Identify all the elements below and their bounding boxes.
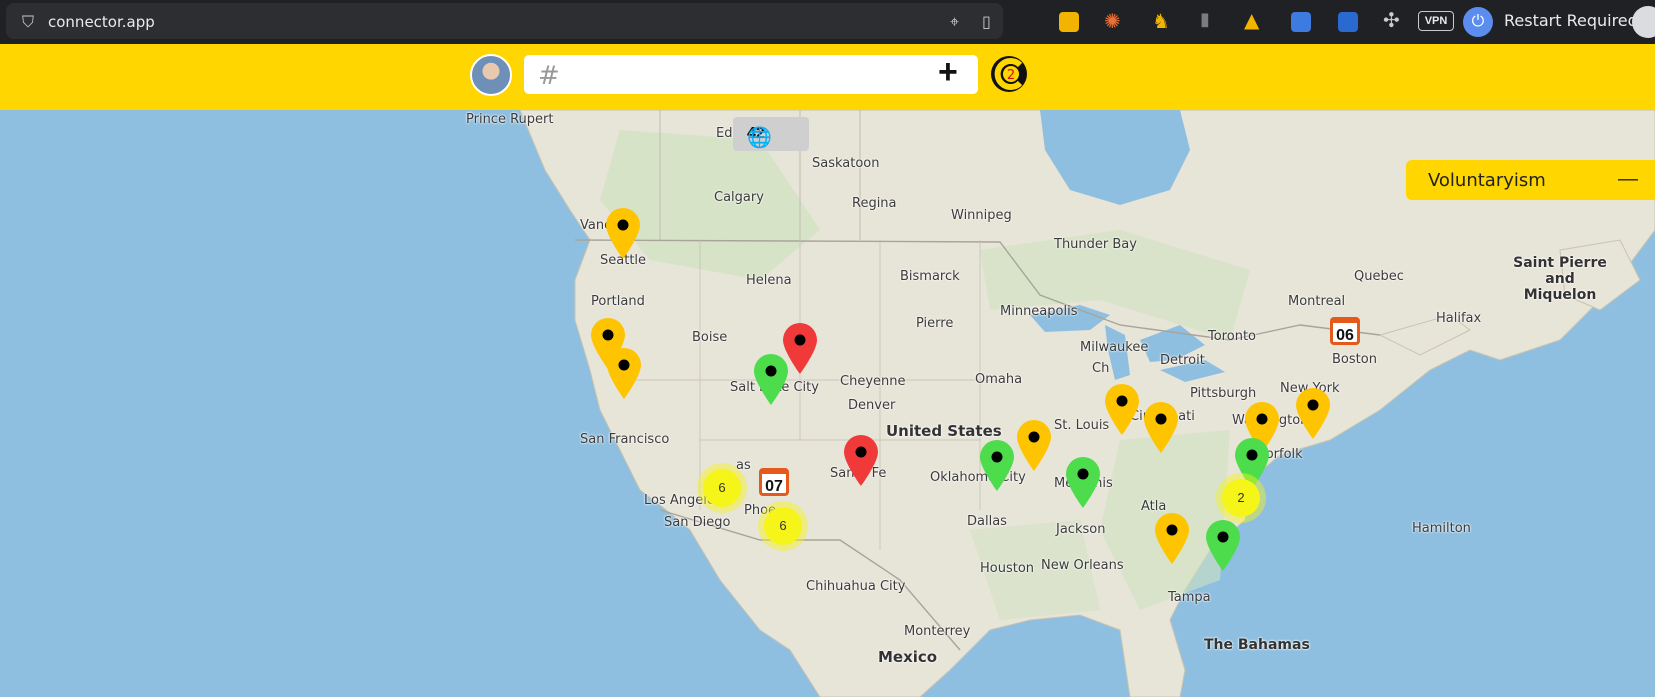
map-pin-marker[interactable] — [1141, 400, 1181, 454]
city-label: Quebec — [1354, 269, 1404, 284]
city-label: Portland — [591, 294, 645, 309]
city-label: Winnipeg — [951, 208, 1012, 223]
map-pin-marker[interactable] — [603, 206, 643, 260]
map-pin-marker[interactable] — [751, 352, 791, 406]
shield-icon[interactable]: ⛉ — [22, 12, 34, 32]
city-label: Detroit — [1160, 353, 1205, 368]
city-label: Milwaukee — [1080, 340, 1149, 355]
cluster-marker[interactable]: 6 — [703, 469, 741, 507]
region-label: Saint Pierre and Miquelon — [1513, 255, 1607, 303]
add-button[interactable]: + — [938, 53, 958, 92]
city-label: St. Louis — [1054, 418, 1110, 433]
city-label: Saskatoon — [812, 156, 880, 171]
logo-badge: 2 — [1007, 68, 1015, 83]
extension-triangle-icon[interactable]: ▲ — [1244, 8, 1259, 32]
city-label: Boston — [1332, 352, 1377, 367]
city-label: San Francisco — [580, 432, 670, 447]
app-header: # + 2 — [0, 44, 1655, 110]
map-pin-marker[interactable] — [1152, 511, 1192, 565]
city-label: Pittsburgh — [1190, 386, 1257, 401]
topic-label: Voluntaryism — [1428, 170, 1546, 191]
extensions-puzzle-icon[interactable]: ✣ — [1383, 8, 1400, 32]
topic-panel[interactable]: Voluntaryism — — [1406, 160, 1655, 200]
city-label: Omaha — [975, 372, 1023, 387]
city-label: Tampa — [1168, 590, 1211, 605]
city-label: Chihuahua City — [806, 579, 906, 594]
calendar-event-icon[interactable]: 06 — [1330, 317, 1360, 345]
hashtag-search-box[interactable]: # + — [524, 53, 978, 94]
globe-icon: 🌐 — [747, 127, 772, 149]
location-icon[interactable]: ⌖ — [950, 12, 959, 32]
vpn-badge[interactable]: VPN — [1418, 11, 1454, 31]
bookmark-icon[interactable]: ▯ — [982, 12, 991, 31]
city-label: Halifax — [1436, 311, 1482, 326]
power-icon[interactable]: ⏻ — [1463, 7, 1493, 37]
map-pin-marker[interactable] — [1063, 455, 1103, 509]
map-pin-marker[interactable] — [1014, 418, 1054, 472]
map-pin-marker[interactable] — [1293, 386, 1333, 440]
country-label: Mexico — [878, 648, 938, 666]
city-label: Prince Rupert — [466, 112, 554, 127]
city-label: Houston — [980, 561, 1035, 576]
extension-icon-1[interactable] — [1059, 12, 1079, 32]
city-label: Ch — [1092, 361, 1110, 376]
city-label: Minneapolis — [1000, 304, 1078, 319]
city-label: Hamilton — [1412, 521, 1471, 536]
city-label: San Diego — [664, 515, 731, 530]
map-pin-marker[interactable] — [1203, 518, 1243, 572]
collapse-icon[interactable]: — — [1618, 168, 1638, 191]
city-label: Regina — [852, 196, 897, 211]
city-label: Boise — [692, 330, 728, 345]
city-label: New Orleans — [1041, 558, 1124, 573]
city-label: Monterrey — [904, 624, 971, 639]
calendar-event-icon[interactable]: 07 — [759, 468, 789, 496]
extension-sun-icon[interactable]: ✺ — [1104, 9, 1121, 33]
city-label: Cheyenne — [840, 374, 906, 389]
city-label: Dallas — [967, 514, 1007, 529]
post-count-button[interactable]: 42 🌐 — [733, 117, 809, 151]
city-label: Jackson — [1056, 522, 1106, 537]
url-text[interactable]: connector.app — [48, 13, 155, 31]
city-label: Calgary — [714, 190, 764, 205]
microphone-icon[interactable]: ▮ — [1200, 9, 1210, 30]
cluster-marker[interactable]: 6 — [764, 507, 802, 545]
city-label: Helena — [746, 273, 792, 288]
map-pin-marker[interactable] — [604, 346, 644, 400]
country-label: The Bahamas — [1204, 637, 1310, 653]
extension-icon-6[interactable] — [1291, 12, 1311, 32]
city-label: Thunder Bay — [1054, 237, 1137, 252]
map-canvas[interactable]: Prince Rupert Edm Saskatoon Calgary Regi… — [0, 110, 1655, 697]
connector-logo-icon[interactable]: 2 — [990, 55, 1028, 93]
city-label: Pierre — [916, 316, 954, 331]
browser-toolbar: ⛉ connector.app ⌖ ▯ ✺ ♞ ▮ ▲ ✣ VPN ⏻ Rest… — [0, 0, 1655, 44]
address-bar[interactable]: ⛉ connector.app ⌖ ▯ — [6, 3, 1003, 39]
city-label: Denver — [848, 398, 896, 413]
restart-required-label[interactable]: Restart Required — [1504, 11, 1638, 30]
profile-avatar[interactable] — [1632, 6, 1655, 38]
city-label: Toronto — [1208, 329, 1256, 344]
hashtag-input[interactable] — [568, 59, 912, 91]
extension-key-icon[interactable]: ♞ — [1152, 9, 1170, 33]
user-avatar[interactable] — [470, 54, 512, 96]
map-pin-marker[interactable] — [841, 433, 881, 487]
city-label: Montreal — [1288, 294, 1346, 309]
extension-icon-7[interactable] — [1338, 12, 1358, 32]
city-label: Bismarck — [900, 269, 960, 284]
hash-icon: # — [538, 61, 560, 91]
cluster-marker[interactable]: 2 — [1222, 479, 1260, 517]
city-label: as — [736, 458, 751, 473]
map-pin-marker[interactable] — [977, 438, 1017, 492]
map-pin-marker[interactable] — [1102, 382, 1142, 436]
